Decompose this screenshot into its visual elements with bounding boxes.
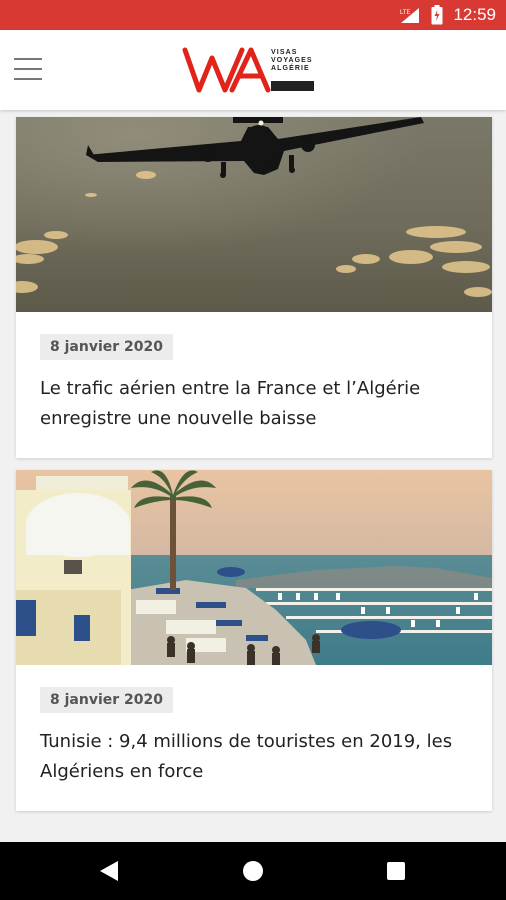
battery-icon (431, 5, 443, 25)
clock: 12:59 (453, 5, 496, 24)
recents-icon[interactable] (387, 862, 405, 880)
article-card[interactable]: 8 janvier 2020 Le trafic aérien entre la… (16, 117, 492, 458)
network-signal-icon: LTE (400, 8, 420, 23)
back-icon[interactable] (100, 861, 118, 881)
status-bar: LTE 12:59 (0, 0, 506, 30)
harbour-photo-art (16, 470, 492, 665)
logo-line-2: VOYAGES (271, 57, 313, 64)
article-card[interactable]: 8 janvier 2020 Tunisie : 9,4 millions de… (16, 470, 492, 811)
home-icon[interactable] (243, 861, 263, 881)
sidi-bou-said-harbour-photo[interactable] (16, 470, 492, 665)
airplane-photo-art (16, 117, 492, 312)
logo-line-1: VISAS (271, 49, 298, 56)
article-body: 8 janvier 2020 Le trafic aérien entre la… (16, 312, 492, 458)
article-body: 8 janvier 2020 Tunisie : 9,4 millions de… (16, 665, 492, 811)
app-bar: VISAS VOYAGES ALGÉRIE (0, 30, 506, 110)
logo-text: VISAS VOYAGES ALGÉRIE (271, 49, 313, 73)
article-title[interactable]: Le trafic aérien entre la France et l’Al… (40, 374, 468, 434)
airplane-photo[interactable] (16, 117, 492, 312)
logo-bar (271, 81, 314, 91)
status-icons: LTE 12:59 (399, 0, 496, 30)
date-badge: 8 janvier 2020 (40, 334, 173, 360)
hamburger-menu-icon[interactable] (14, 58, 42, 82)
date-badge: 8 janvier 2020 (40, 687, 173, 713)
logo-line-3: ALGÉRIE (271, 65, 310, 72)
article-feed: 8 janvier 2020 Le trafic aérien entre la… (16, 117, 492, 823)
logo-va-mark (182, 47, 271, 93)
article-title[interactable]: Tunisie : 9,4 millions de touristes en 2… (40, 727, 468, 787)
system-nav-bar (0, 842, 506, 900)
site-logo[interactable]: VISAS VOYAGES ALGÉRIE (182, 46, 322, 96)
network-label: LTE (400, 10, 411, 16)
